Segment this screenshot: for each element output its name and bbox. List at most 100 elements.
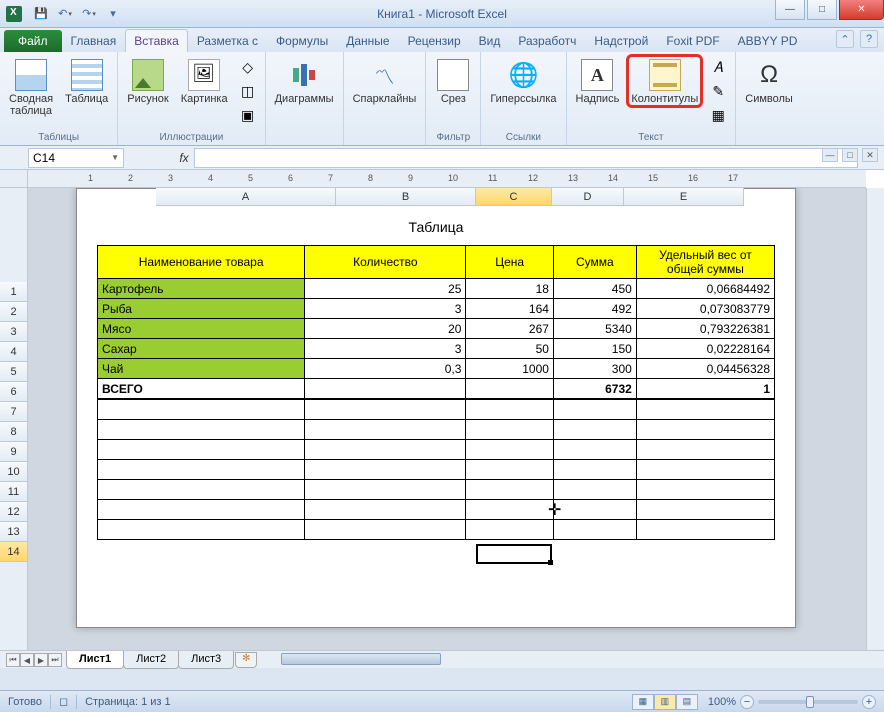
rowhdr-7[interactable]: 7: [0, 402, 28, 422]
tab-data[interactable]: Данные: [337, 29, 398, 52]
sheet-tab-3[interactable]: Лист3: [178, 651, 234, 669]
rowhdr-5[interactable]: 5: [0, 362, 28, 382]
colhdr-c[interactable]: C: [476, 188, 552, 206]
wordart-button[interactable]: 𝐴: [707, 56, 729, 78]
zoom-in[interactable]: +: [862, 695, 876, 709]
formula-input[interactable]: [194, 148, 858, 168]
shapes-button[interactable]: ◇: [237, 56, 259, 78]
pivottable-button[interactable]: Сводная таблица: [4, 54, 58, 120]
symbols-button[interactable]: Ω Символы: [740, 54, 798, 108]
tab-insert[interactable]: Вставка: [125, 29, 188, 52]
rowhdr-11[interactable]: 11: [0, 482, 28, 502]
screenshot-button[interactable]: ▣: [237, 104, 259, 126]
zoom-out[interactable]: −: [740, 695, 754, 709]
sparklines-icon: 〽: [368, 59, 400, 91]
group-sparklines: 〽 Спарклайны: [344, 52, 427, 145]
wb-close[interactable]: ✕: [862, 148, 878, 162]
tab-abbyy[interactable]: ABBYY PD: [729, 29, 807, 52]
tab-developer[interactable]: Разработч: [509, 29, 585, 52]
name-box[interactable]: C14 ▼: [28, 148, 124, 168]
colhdr-a[interactable]: A: [156, 188, 336, 206]
textbox-button[interactable]: A Надпись: [571, 54, 625, 108]
tab-pagelayout[interactable]: Разметка с: [188, 29, 267, 52]
table-button[interactable]: Таблица: [60, 54, 113, 108]
group-text-label: Текст: [638, 132, 663, 145]
sheet-tab-1[interactable]: Лист1: [66, 651, 124, 669]
sheet-nav-first[interactable]: ⏮: [6, 653, 20, 667]
title-bar: 💾 ↶ ↷ ▾ Книга1 - Microsoft Excel — □ ✕: [0, 0, 884, 28]
select-all-corner[interactable]: [0, 170, 28, 188]
group-text: A Надпись Колонтитулы 𝐴 ✎ ▦ Текст: [567, 52, 737, 145]
close-button[interactable]: ✕: [839, 0, 884, 20]
header-footer-button[interactable]: Колонтитулы: [626, 54, 703, 108]
file-tab[interactable]: Файл: [4, 30, 62, 52]
rowhdr-4[interactable]: 4: [0, 342, 28, 362]
hyperlink-button[interactable]: 🌐 Гиперссылка: [485, 54, 561, 108]
clipart-button[interactable]: Картинка: [176, 54, 233, 108]
vertical-scrollbar[interactable]: [866, 188, 884, 650]
tab-review[interactable]: Рецензир: [399, 29, 470, 52]
colhdr-e[interactable]: E: [624, 188, 744, 206]
rowhdr-3[interactable]: 3: [0, 322, 28, 342]
sheet-nav-next[interactable]: ▶: [34, 653, 48, 667]
object-button[interactable]: ▦: [707, 104, 729, 126]
th-share[interactable]: Удельный вес от общей суммы: [636, 246, 774, 279]
tab-home[interactable]: Главная: [62, 29, 126, 52]
tab-addins[interactable]: Надстрой: [585, 29, 657, 52]
help-button[interactable]: ?: [860, 30, 878, 48]
bottom-bar: ⏮ ◀ ▶ ⏭ Лист1 Лист2 Лист3 ✻: [0, 650, 884, 668]
page-canvas[interactable]: Таблица Наименование товара Количество Ц…: [28, 188, 866, 650]
name-box-value: C14: [33, 151, 55, 165]
sparklines-button[interactable]: 〽 Спарклайны: [348, 54, 422, 108]
fx-button[interactable]: fx: [174, 151, 194, 165]
rowhdr-13[interactable]: 13: [0, 522, 28, 542]
view-pagelayout[interactable]: ▥: [654, 694, 676, 710]
view-normal[interactable]: ▦: [632, 694, 654, 710]
th-sum[interactable]: Сумма: [553, 246, 636, 279]
maximize-button[interactable]: □: [807, 0, 837, 20]
th-qty[interactable]: Количество: [305, 246, 466, 279]
save-button[interactable]: 💾: [32, 5, 50, 23]
horizontal-scrollbar[interactable]: [277, 651, 884, 668]
slicer-button[interactable]: Срез: [430, 54, 476, 108]
th-name[interactable]: Наименование товара: [98, 246, 305, 279]
name-box-dropdown-icon[interactable]: ▼: [111, 153, 119, 162]
sheet-nav-last[interactable]: ⏭: [48, 653, 62, 667]
charts-button[interactable]: Диаграммы: [270, 54, 339, 108]
th-price[interactable]: Цена: [466, 246, 554, 279]
tab-foxit[interactable]: Foxit PDF: [657, 29, 728, 52]
wb-restore[interactable]: □: [842, 148, 858, 162]
rowhdr-2[interactable]: 2: [0, 302, 28, 322]
group-links-label: Ссылки: [506, 132, 541, 145]
rowhdr-10[interactable]: 10: [0, 462, 28, 482]
colhdr-b[interactable]: B: [336, 188, 476, 206]
zoom-knob[interactable]: [806, 696, 814, 708]
zoom-level[interactable]: 100%: [708, 696, 736, 708]
rowhdr-8[interactable]: 8: [0, 422, 28, 442]
tab-formulas[interactable]: Формулы: [267, 29, 337, 52]
rowhdr-12[interactable]: 12: [0, 502, 28, 522]
sheet-nav-prev[interactable]: ◀: [20, 653, 34, 667]
macro-record-icon[interactable]: ◻: [59, 695, 68, 708]
undo-button[interactable]: ↶: [56, 5, 74, 23]
rowhdr-6[interactable]: 6: [0, 382, 28, 402]
colhdr-d[interactable]: D: [552, 188, 624, 206]
picture-button[interactable]: Рисунок: [122, 54, 174, 108]
smartart-button[interactable]: ◫: [237, 80, 259, 102]
rowhdr-1[interactable]: 1: [0, 282, 28, 302]
signature-button[interactable]: ✎: [707, 80, 729, 102]
hscroll-thumb[interactable]: [281, 653, 441, 665]
qat-customize[interactable]: ▾: [104, 5, 122, 23]
rowhdr-14[interactable]: 14: [0, 542, 28, 562]
view-pagebreak[interactable]: ▤: [676, 694, 698, 710]
minimize-ribbon-button[interactable]: ⌃: [836, 30, 854, 48]
new-sheet-button[interactable]: ✻: [235, 652, 257, 668]
wb-minimize[interactable]: —: [822, 148, 838, 162]
rowhdr-9[interactable]: 9: [0, 442, 28, 462]
sheet-tab-2[interactable]: Лист2: [123, 651, 179, 669]
zoom-slider[interactable]: [758, 700, 858, 704]
minimize-button[interactable]: —: [775, 0, 805, 20]
tab-view[interactable]: Вид: [470, 29, 510, 52]
symbols-icon: Ω: [753, 59, 785, 91]
redo-button[interactable]: ↷: [80, 5, 98, 23]
